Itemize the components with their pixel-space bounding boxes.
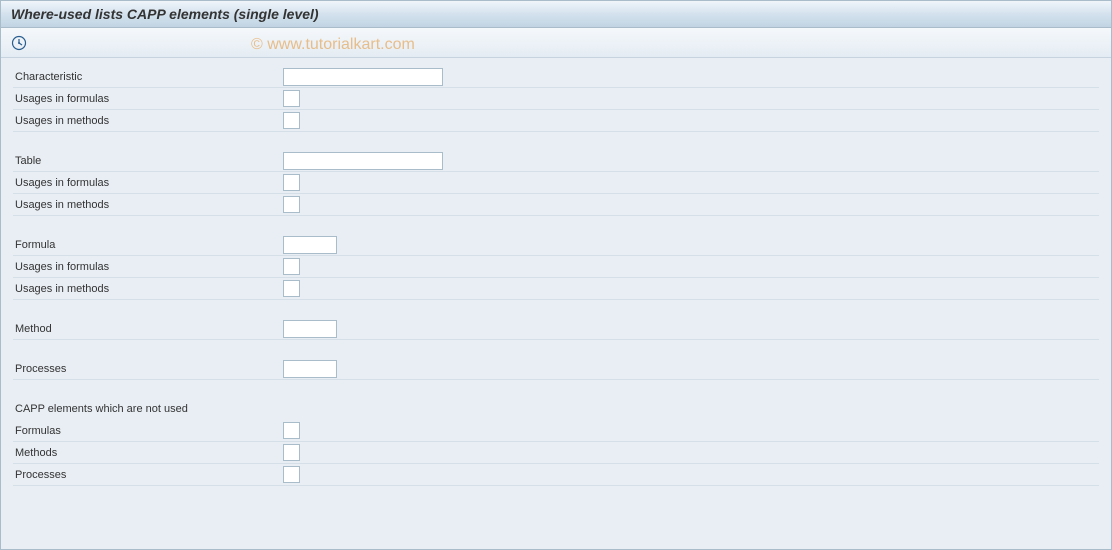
processes-group: Processes — [13, 358, 1099, 380]
characteristic-group: Characteristic Usages in formulas Usages… — [13, 66, 1099, 132]
page-title: Where-used lists CAPP elements (single l… — [11, 6, 319, 22]
not-used-processes-checkbox[interactable] — [283, 466, 300, 483]
not-used-formulas-checkbox[interactable] — [283, 422, 300, 439]
formula-formulas-label: Usages in formulas — [13, 261, 283, 273]
table-methods-checkbox[interactable] — [283, 196, 300, 213]
not-used-group: CAPP elements which are not used Formula… — [13, 398, 1099, 486]
characteristic-formulas-checkbox[interactable] — [283, 90, 300, 107]
not-used-heading: CAPP elements which are not used — [13, 403, 188, 415]
table-label: Table — [13, 155, 283, 167]
not-used-methods-row: Methods — [13, 442, 1099, 464]
table-formulas-row: Usages in formulas — [13, 172, 1099, 194]
method-group: Method — [13, 318, 1099, 340]
formula-methods-label: Usages in methods — [13, 283, 283, 295]
table-methods-label: Usages in methods — [13, 199, 283, 211]
not-used-processes-row: Processes — [13, 464, 1099, 486]
form-content: Characteristic Usages in formulas Usages… — [1, 58, 1111, 512]
processes-label: Processes — [13, 363, 283, 375]
method-row: Method — [13, 318, 1099, 340]
table-input[interactable] — [283, 152, 443, 170]
formula-methods-row: Usages in methods — [13, 278, 1099, 300]
characteristic-methods-row: Usages in methods — [13, 110, 1099, 132]
processes-row: Processes — [13, 358, 1099, 380]
characteristic-input[interactable] — [283, 68, 443, 86]
characteristic-formulas-label: Usages in formulas — [13, 93, 283, 105]
not-used-heading-row: CAPP elements which are not used — [13, 398, 1099, 420]
execute-button[interactable] — [9, 33, 29, 53]
not-used-formulas-row: Formulas — [13, 420, 1099, 442]
not-used-formulas-label: Formulas — [13, 425, 283, 437]
processes-input[interactable] — [283, 360, 337, 378]
formula-group: Formula Usages in formulas Usages in met… — [13, 234, 1099, 300]
toolbar — [1, 28, 1111, 58]
table-group: Table Usages in formulas Usages in metho… — [13, 150, 1099, 216]
title-bar: Where-used lists CAPP elements (single l… — [1, 1, 1111, 28]
not-used-processes-label: Processes — [13, 469, 283, 481]
table-formulas-checkbox[interactable] — [283, 174, 300, 191]
characteristic-label: Characteristic — [13, 71, 283, 83]
method-input[interactable] — [283, 320, 337, 338]
table-methods-row: Usages in methods — [13, 194, 1099, 216]
characteristic-methods-label: Usages in methods — [13, 115, 283, 127]
characteristic-formulas-row: Usages in formulas — [13, 88, 1099, 110]
not-used-methods-checkbox[interactable] — [283, 444, 300, 461]
characteristic-methods-checkbox[interactable] — [283, 112, 300, 129]
characteristic-row: Characteristic — [13, 66, 1099, 88]
formula-formulas-row: Usages in formulas — [13, 256, 1099, 278]
formula-label: Formula — [13, 239, 283, 251]
formula-formulas-checkbox[interactable] — [283, 258, 300, 275]
not-used-methods-label: Methods — [13, 447, 283, 459]
method-label: Method — [13, 323, 283, 335]
table-formulas-label: Usages in formulas — [13, 177, 283, 189]
formula-methods-checkbox[interactable] — [283, 280, 300, 297]
table-row: Table — [13, 150, 1099, 172]
formula-input[interactable] — [283, 236, 337, 254]
formula-row: Formula — [13, 234, 1099, 256]
clock-execute-icon — [11, 35, 27, 51]
